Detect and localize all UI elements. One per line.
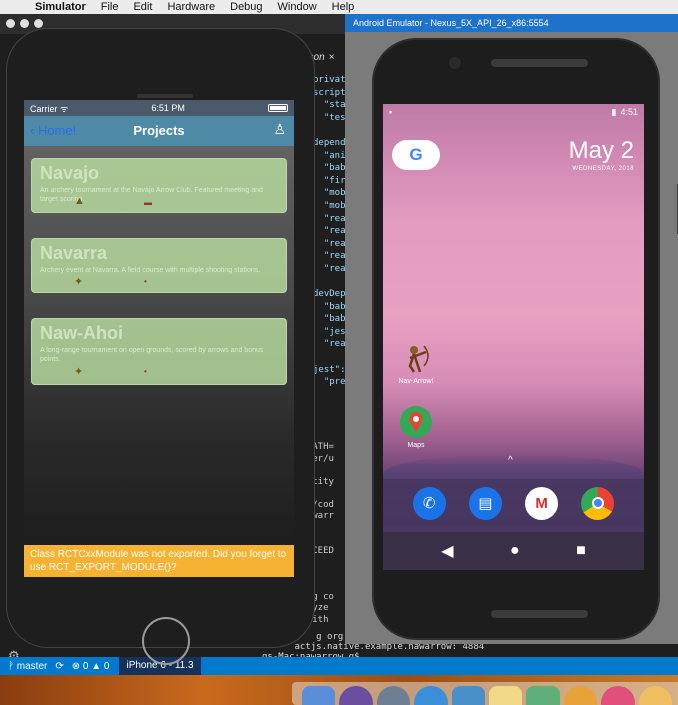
android-statusbar: ▪ ▮ 4:51 (383, 104, 644, 120)
project-description: Archery event at Navarra. A field course… (40, 267, 261, 274)
android-screen: ▪ ▮ 4:51 G May 2 WEDNESDAY, 2018 Nav-Arro… (383, 104, 644, 570)
menu-help[interactable]: Help (332, 1, 355, 13)
siri-icon[interactable] (339, 686, 373, 705)
status-time: 4:51 (620, 107, 638, 117)
ibooks-icon[interactable] (638, 686, 673, 705)
phone-icon[interactable]: ✆ (412, 486, 446, 520)
google-g-icon: G (409, 145, 423, 164)
archer-icon: ✦ (74, 366, 84, 378)
android-emulator-window: Android Emulator - Nexus_5X_API_26_x86:5… (345, 14, 678, 644)
chrome-center (591, 497, 604, 509)
menu-simulator[interactable]: Simulator (35, 1, 86, 13)
date-widget[interactable]: May 2 (569, 137, 634, 165)
android-device: ▪ ▮ 4:51 G May 2 WEDNESDAY, 2018 Nav-Arro… (372, 38, 660, 640)
safari-icon[interactable] (414, 686, 448, 705)
chrome-icon[interactable] (581, 486, 615, 520)
minimize-window-icon[interactable] (20, 19, 29, 28)
front-camera (449, 57, 461, 69)
speaker-grille (137, 94, 193, 98)
finder-icon[interactable] (302, 686, 336, 705)
archer-avatar-icon[interactable]: ♙ (273, 121, 286, 138)
project-name: Naw-Ahoi (40, 323, 123, 343)
project-card-navajo[interactable]: Navajo An archery tournament at the Nava… (31, 158, 287, 213)
battery-icon: ▮ (611, 106, 617, 117)
app-nav-arrow[interactable]: Nav-Arrow! (391, 342, 441, 385)
vscode-statusbar: ᚹ master ⟳ ⊗ 0 ▲ 0 iPhone 6 - 11.3 (0, 657, 678, 675)
top-speaker (491, 59, 588, 67)
notes-icon[interactable] (489, 686, 523, 705)
macos-menubar: Simulator File Edit Hardware Debug Windo… (0, 0, 678, 14)
tab-close-icon[interactable]: × (329, 52, 335, 63)
maps-icon (400, 406, 432, 438)
android-dock: ✆ ▤ M (383, 479, 644, 527)
yellowbox-warning[interactable]: Class RCTCxxModule was not exported. Did… (24, 545, 294, 577)
date-subline: WEDNESDAY, 2018 (572, 166, 634, 172)
target-icon: • (144, 367, 147, 376)
app-label: Maps (407, 442, 425, 449)
app-maps[interactable]: Maps (391, 406, 441, 449)
menu-window[interactable]: Window (278, 1, 317, 13)
maps-dock-icon[interactable] (526, 686, 560, 705)
messages-icon[interactable]: ▤ (468, 486, 502, 520)
zoom-window-icon[interactable] (34, 19, 43, 28)
android-window-title: Android Emulator - Nexus_5X_API_26_x86:5… (345, 14, 678, 32)
home-button[interactable] (142, 617, 190, 665)
android-navbar: ◀ ● ■ (383, 532, 644, 570)
launchpad-icon[interactable] (376, 686, 411, 705)
project-description: A long-range tournament on open grounds,… (40, 347, 264, 363)
sync-icon[interactable]: ⟳ (55, 661, 63, 672)
close-window-icon[interactable] (6, 19, 15, 28)
project-card-naw-ahoi[interactable]: Naw-Ahoi A long-range tournament on open… (31, 318, 287, 385)
target-icon: • (144, 277, 147, 286)
git-branch[interactable]: ᚹ master (8, 661, 47, 672)
chevron-up-icon[interactable]: ^ (508, 455, 513, 466)
menu-debug[interactable]: Debug (230, 1, 262, 13)
project-card-navarra[interactable]: Navarra Archery event at Navarra. A fiel… (31, 238, 287, 293)
bottom-speaker (491, 610, 588, 618)
mail-icon[interactable] (451, 686, 486, 705)
photos-icon[interactable] (563, 686, 598, 705)
music-icon[interactable] (601, 686, 635, 705)
carrier-label: Carrier ᯤ (30, 103, 69, 114)
battery-icon (268, 104, 288, 112)
menu-edit[interactable]: Edit (133, 1, 152, 13)
gmail-icon[interactable]: M (525, 486, 559, 520)
status-time: 6:51 PM (151, 103, 185, 113)
sim-card-icon: ▪ (389, 107, 393, 117)
macos-dock (292, 682, 678, 705)
project-name: Navajo (40, 163, 100, 183)
ios-statusbar: Carrier ᯤ 6:51 PM (24, 100, 294, 116)
nav-back-icon[interactable]: ◀ (441, 541, 453, 561)
archer-icon (400, 342, 432, 374)
gmail-letter: M (535, 494, 548, 512)
menu-file[interactable]: File (101, 1, 119, 13)
target-icon: ▬ (144, 198, 152, 207)
project-name: Navarra (40, 243, 108, 263)
menu-hardware[interactable]: Hardware (167, 1, 215, 13)
archer-icon: ▲ (74, 195, 85, 207)
nav-recent-icon[interactable]: ■ (576, 542, 586, 560)
archer-icon: ✦ (74, 276, 84, 288)
page-title: Projects (133, 123, 185, 138)
nav-home-icon[interactable]: ● (510, 542, 520, 560)
google-search-widget[interactable]: G (392, 140, 440, 170)
app-label: Nav-Arrow! (398, 378, 434, 385)
ios-navbar: ‹ Home! Projects ♙ (24, 116, 294, 146)
problems-indicator[interactable]: ⊗ 0 ▲ 0 (72, 661, 110, 672)
ios-screen: Carrier ᯤ 6:51 PM ‹ Home! Projects ♙ Nav… (24, 100, 294, 577)
